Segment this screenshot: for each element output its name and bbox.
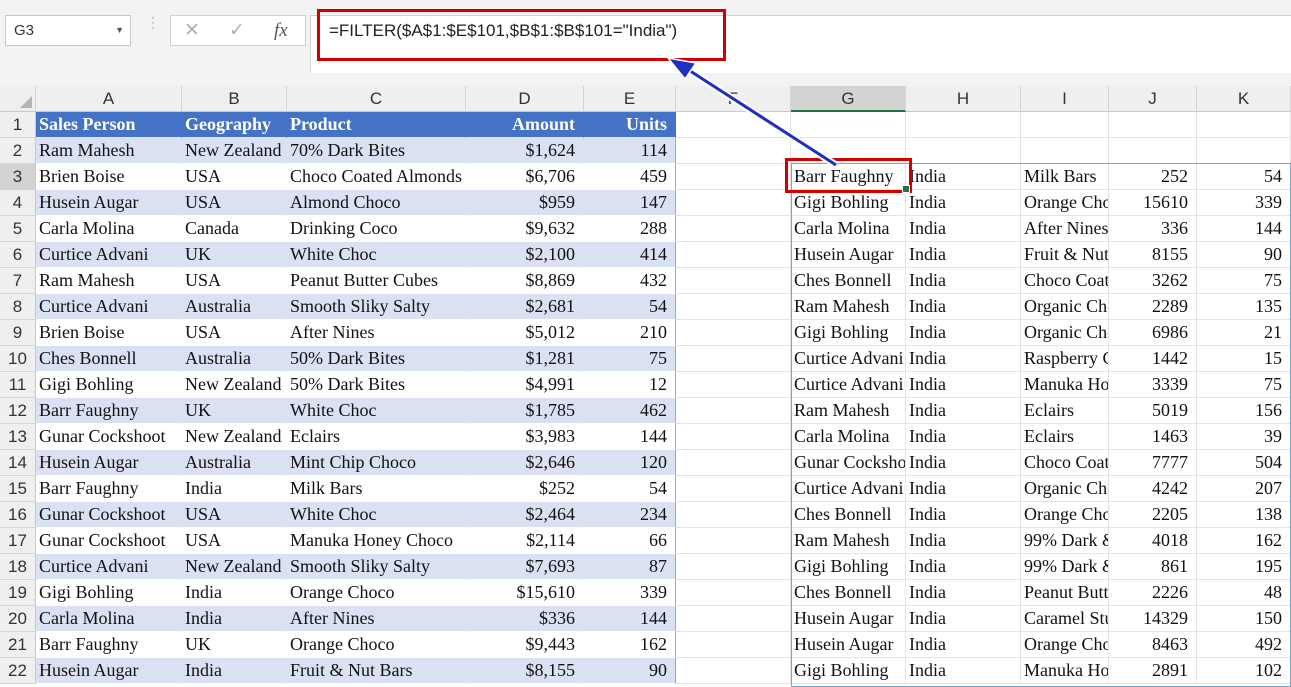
annotation-arrow xyxy=(666,56,838,168)
